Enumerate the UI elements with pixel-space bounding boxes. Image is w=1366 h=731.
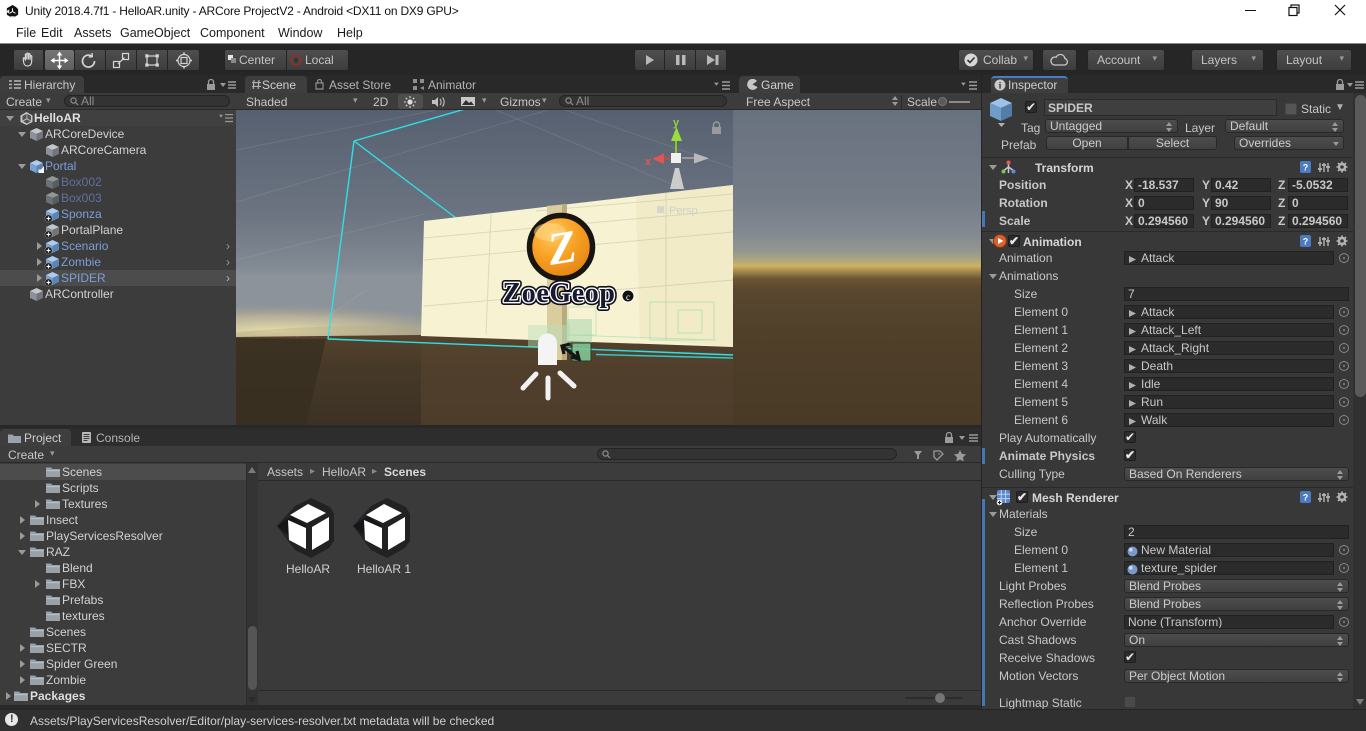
svg-text:?: ? xyxy=(1303,163,1309,173)
svg-text:ZoeGeop: ZoeGeop xyxy=(502,278,615,309)
svg-text:Persp: Persp xyxy=(669,205,698,217)
svg-text:y: y xyxy=(673,117,680,129)
svg-text:c: c xyxy=(626,292,630,302)
svg-text:x: x xyxy=(645,156,652,168)
svg-text:?: ? xyxy=(1303,493,1309,503)
svg-text:?: ? xyxy=(1303,237,1309,247)
